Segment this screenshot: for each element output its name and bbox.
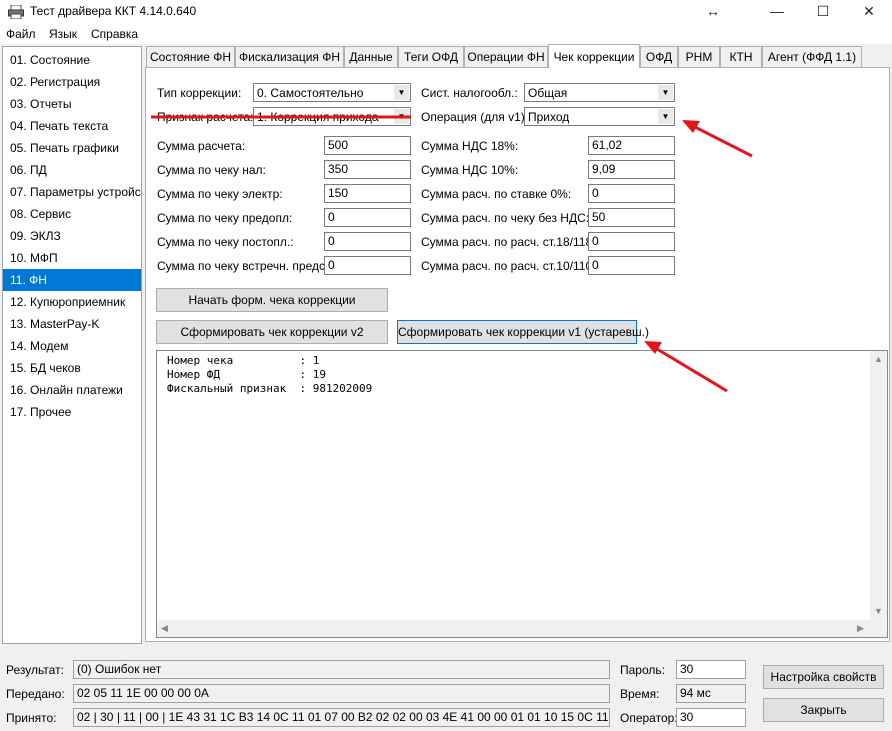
annotation-overlay [151, 115, 753, 393]
arrow-operation [688, 122, 753, 158]
arrow-v1-button [651, 344, 728, 393]
tab-correction-receipt[interactable]: Чек коррекции [548, 44, 640, 68]
arrowhead-operation [682, 120, 700, 133]
